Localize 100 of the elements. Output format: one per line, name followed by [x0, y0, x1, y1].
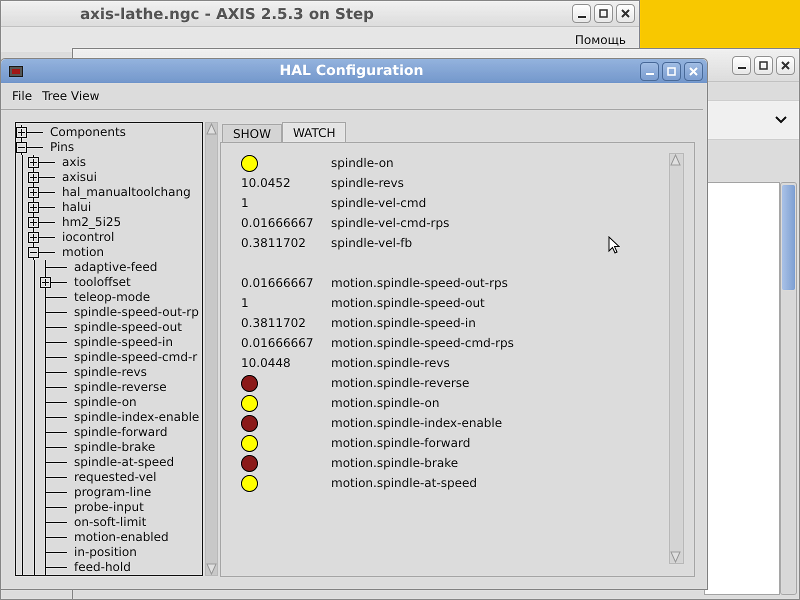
expand-toggle[interactable]: [28, 187, 39, 198]
pin-name: motion.spindle-forward: [331, 436, 470, 450]
window-title: HAL Configuration: [278, 63, 424, 79]
plus-icon: [30, 159, 37, 166]
tree-item[interactable]: spindle-speed-out: [74, 320, 182, 335]
tree-item[interactable]: spindle-speed-out-rp: [74, 305, 199, 320]
plus-icon: [30, 219, 37, 226]
tree-item[interactable]: spindle-forward: [74, 425, 168, 440]
tree-item[interactable]: Pins: [50, 140, 74, 155]
tree-item[interactable]: spindle-revs: [74, 365, 147, 380]
collapse-toggle[interactable]: [28, 247, 39, 258]
tree-item[interactable]: hm2_5i25: [62, 215, 122, 230]
pin-name: motion.spindle-speed-in: [331, 316, 476, 330]
tree-item[interactable]: motion-enabled: [74, 530, 169, 545]
pin-value: 1: [241, 296, 249, 310]
tree-item[interactable]: adaptive-feed: [74, 260, 158, 275]
scrollbar[interactable]: [780, 182, 797, 595]
maximize-icon: [599, 9, 608, 18]
tab[interactable]: WATCH: [282, 122, 346, 143]
plus-icon: [42, 279, 49, 286]
close-icon: [689, 66, 698, 76]
tree-item[interactable]: spindle-at-speed: [74, 455, 174, 470]
pin-name: spindle-revs: [331, 176, 404, 190]
tree-item[interactable]: iocontrol: [62, 230, 114, 245]
minimize-button[interactable]: [732, 56, 751, 74]
maximize-icon: [759, 60, 768, 70]
pin-value: 0.01666667: [241, 216, 314, 230]
tree-item[interactable]: axisui: [62, 170, 97, 185]
expand-toggle[interactable]: [16, 127, 27, 138]
plus-icon: [30, 189, 37, 196]
maximize-button[interactable]: [594, 4, 613, 23]
tree-item[interactable]: motion: [62, 245, 104, 260]
pin-name: motion.spindle-speed-out: [331, 296, 485, 310]
minimize-icon: [578, 16, 586, 18]
pin-name: motion.spindle-index-enable: [331, 416, 502, 430]
tree-item[interactable]: probe-input: [74, 500, 144, 515]
maximize-icon: [667, 66, 676, 76]
menu-item[interactable]: Помощь: [570, 30, 631, 48]
tree-item[interactable]: spindle-speed-cmd-r: [74, 350, 198, 365]
tree-item[interactable]: in-position: [74, 545, 137, 560]
pin-name: motion.spindle-speed-out-rps: [331, 276, 508, 290]
chevron-icon[interactable]: [775, 116, 787, 124]
tree-item[interactable]: tooloffset: [74, 275, 131, 290]
pin-name: spindle-vel-cmd-rps: [331, 216, 450, 230]
expand-toggle[interactable]: [40, 277, 51, 288]
pin-name: motion.spindle-brake: [331, 456, 458, 470]
pin-name: spindle-vel-fb: [331, 236, 412, 250]
collapse-toggle[interactable]: [16, 142, 27, 153]
tree-item[interactable]: on-soft-limit: [74, 515, 146, 530]
pointer-icon: [608, 236, 620, 254]
tab[interactable]: SHOW: [222, 124, 282, 142]
tree-item[interactable]: axis: [62, 155, 86, 170]
plus-icon: [30, 234, 37, 241]
window-title: axis-lathe.ngc - AXIS 2.5.3 on Step: [79, 4, 375, 22]
tree-item[interactable]: halui: [62, 200, 92, 215]
app-icon: [9, 66, 23, 76]
menu-item[interactable]: File: [7, 87, 38, 105]
expand-toggle[interactable]: [28, 157, 39, 168]
maximize-button[interactable]: [754, 56, 773, 74]
pin-value: 0.3811702: [241, 316, 306, 330]
pin-name: motion.spindle-revs: [331, 356, 450, 370]
pin-value: 1: [241, 196, 249, 210]
close-icon: [781, 60, 790, 70]
pin-value: 0.3811702: [241, 236, 306, 250]
tree-item[interactable]: spindle-index-enable: [74, 410, 200, 425]
pin-name: motion.spindle-reverse: [331, 376, 470, 390]
tree-item[interactable]: spindle-brake: [74, 440, 156, 455]
plus-icon: [18, 129, 25, 136]
tree-item[interactable]: hal_manualtoolchang: [62, 185, 191, 200]
tree-item[interactable]: teleop-mode: [74, 290, 150, 305]
plus-icon: [30, 204, 37, 211]
menu-item[interactable]: Tree View: [37, 87, 104, 105]
pin-value: 10.0448: [241, 356, 291, 370]
plus-icon: [30, 174, 37, 181]
expand-toggle[interactable]: [28, 172, 39, 183]
tree-item[interactable]: spindle-speed-in: [74, 335, 173, 350]
tree-item[interactable]: requested-vel: [74, 470, 156, 485]
tree-item[interactable]: Components: [50, 125, 126, 140]
tree-item[interactable]: feed-hold: [74, 560, 131, 575]
expand-toggle[interactable]: [28, 202, 39, 213]
minimize-icon: [646, 73, 654, 75]
expand-toggle[interactable]: [28, 232, 39, 243]
pin-value: 0.01666667: [241, 276, 314, 290]
tree-item[interactable]: program-line: [74, 485, 152, 500]
pin-name: motion.spindle-at-speed: [331, 476, 477, 490]
pin-value: 10.0452: [241, 176, 291, 190]
minus-icon: [18, 144, 25, 151]
close-icon: [621, 9, 630, 18]
minimize-button[interactable]: [572, 4, 591, 23]
pin-name: motion.spindle-on: [331, 396, 440, 410]
close-button[interactable]: [776, 56, 795, 74]
minimize-icon: [738, 67, 746, 69]
pin-value: 0.01666667: [241, 336, 314, 350]
pin-name: motion.spindle-speed-cmd-rps: [331, 336, 514, 350]
minus-icon: [30, 249, 37, 256]
close-button[interactable]: [616, 4, 635, 23]
tree-item[interactable]: spindle-on: [74, 395, 137, 410]
expand-toggle[interactable]: [28, 217, 39, 228]
pin-name: spindle-on: [331, 156, 394, 170]
tree-item[interactable]: spindle-reverse: [74, 380, 167, 395]
